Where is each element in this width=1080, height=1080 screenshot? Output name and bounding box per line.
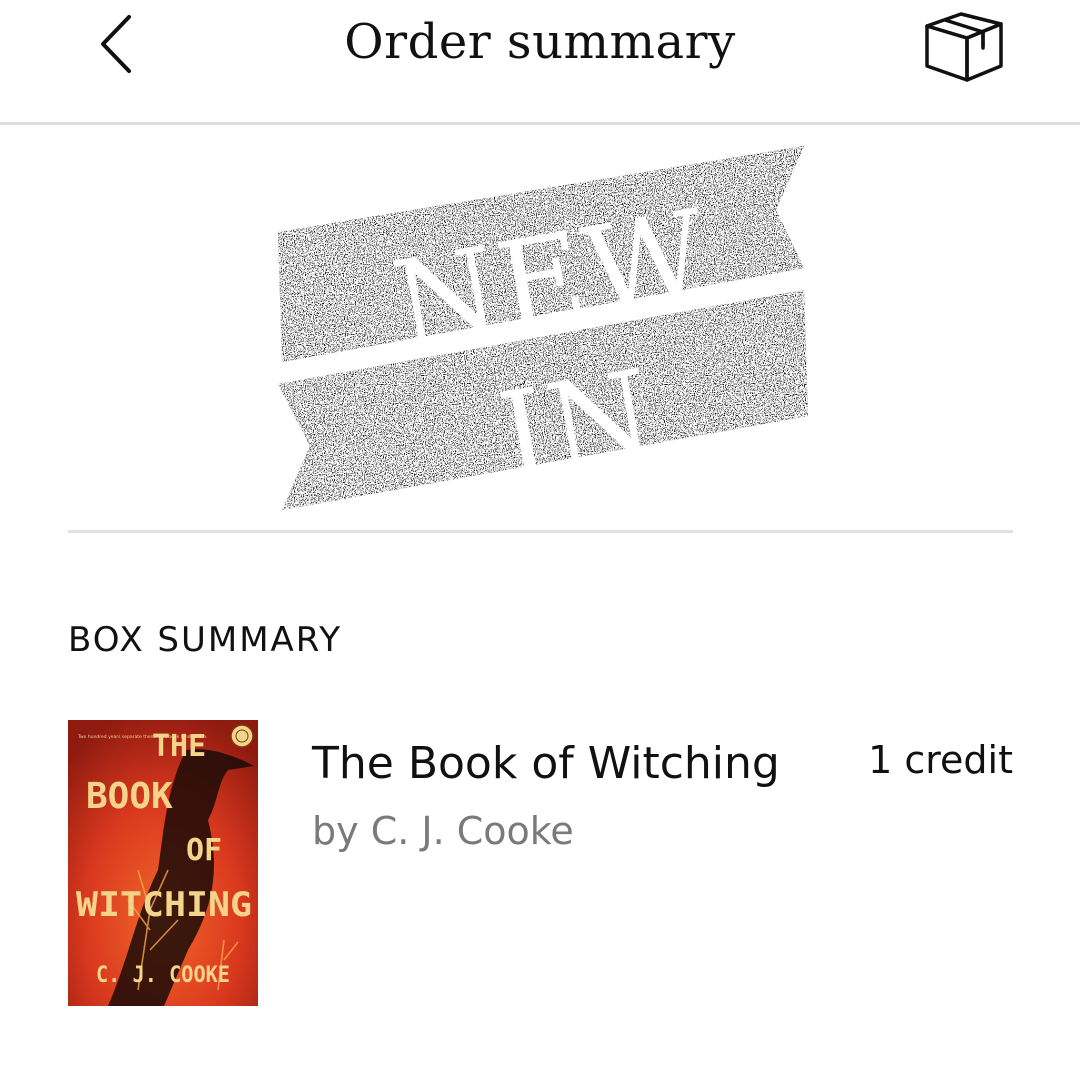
- box-summary-heading: BOX SUMMARY: [68, 620, 343, 660]
- new-in-banner: NEW IN: [270, 140, 815, 520]
- new-in-ribbon-graphic: NEW IN: [278, 146, 808, 510]
- cover-title-word-1: THE: [152, 729, 206, 764]
- book-credit: 1 credit: [868, 738, 1013, 782]
- top-bar: Order summary: [0, 0, 1080, 125]
- cover-title-word-3: OF: [186, 833, 222, 868]
- cover-title-word-2: BOOK: [86, 776, 173, 817]
- book-cover-image[interactable]: Two hundred years separate them. One boo…: [68, 720, 258, 1006]
- book-item[interactable]: Two hundred years separate them. One boo…: [68, 720, 1013, 1010]
- cover-title-word-4: WITCHING: [76, 885, 252, 925]
- cover-author: C. J. COOKE: [96, 963, 230, 988]
- book-title: The Book of Witching: [312, 738, 780, 789]
- box-icon: [925, 12, 1003, 82]
- banner-line2: IN: [489, 343, 665, 506]
- box-button[interactable]: [918, 6, 1010, 86]
- book-author: by C. J. Cooke: [312, 809, 574, 853]
- section-divider: [68, 530, 1013, 533]
